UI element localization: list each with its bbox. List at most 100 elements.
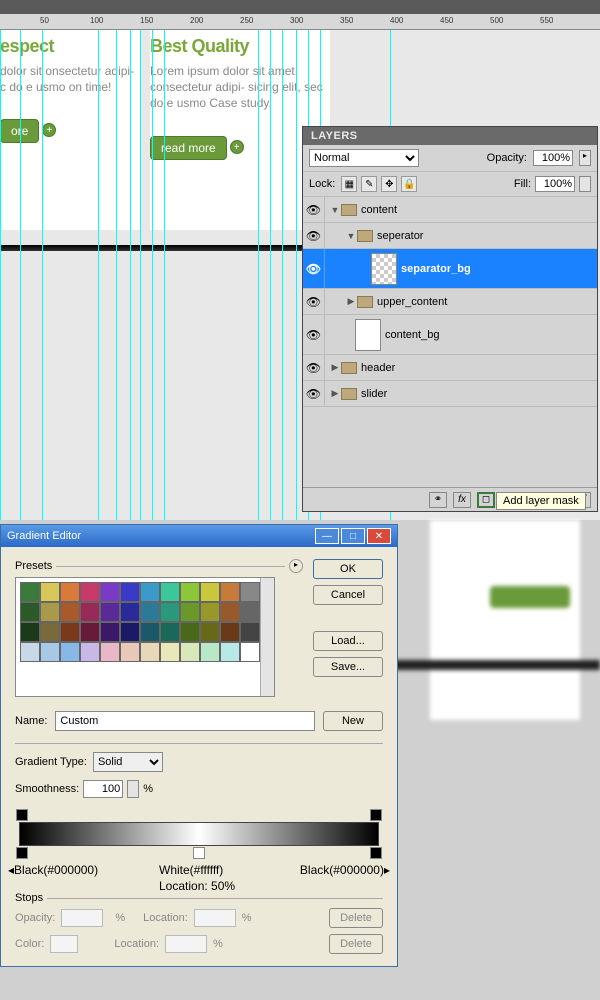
preset-swatch[interactable] bbox=[240, 622, 260, 642]
layer-row[interactable]: 👁 ▶ upper_content bbox=[303, 289, 597, 315]
opacity-stop[interactable] bbox=[16, 809, 28, 821]
fill-flyout[interactable] bbox=[579, 176, 591, 192]
layer-row[interactable]: 👁 ▼ content bbox=[303, 197, 597, 223]
layer-row[interactable]: 👁 ▼ seperator bbox=[303, 223, 597, 249]
disclosure-icon[interactable]: ▼ bbox=[345, 231, 357, 241]
layer-thumbnail[interactable] bbox=[371, 253, 397, 285]
gradient-bar[interactable]: ◂Black(#000000) White(#ffffff) Location:… bbox=[19, 822, 379, 846]
color-stop[interactable] bbox=[370, 847, 382, 859]
preset-swatch[interactable] bbox=[220, 602, 240, 622]
preset-swatch[interactable] bbox=[180, 622, 200, 642]
preset-swatch[interactable] bbox=[160, 582, 180, 602]
preset-swatch[interactable] bbox=[200, 642, 220, 662]
preset-swatch[interactable] bbox=[60, 622, 80, 642]
preset-swatch[interactable] bbox=[20, 582, 40, 602]
preset-swatch[interactable] bbox=[120, 602, 140, 622]
visibility-icon[interactable]: 👁 bbox=[303, 315, 325, 354]
dialog-titlebar[interactable]: Gradient Editor — □ ✕ bbox=[1, 525, 397, 547]
preset-swatch[interactable] bbox=[20, 622, 40, 642]
load-button[interactable]: Load... bbox=[313, 631, 383, 651]
preset-swatch[interactable] bbox=[240, 582, 260, 602]
opacity-flyout[interactable]: ▸ bbox=[579, 150, 591, 166]
scrollbar[interactable] bbox=[260, 578, 274, 696]
lock-pixels-icon[interactable]: ✎ bbox=[361, 176, 377, 192]
preset-swatch[interactable] bbox=[120, 642, 140, 662]
disclosure-icon[interactable]: ▶ bbox=[345, 296, 357, 307]
smoothness-input[interactable] bbox=[83, 780, 123, 798]
disclosure-icon[interactable]: ▶ bbox=[329, 362, 341, 373]
preset-swatch[interactable] bbox=[140, 602, 160, 622]
lock-position-icon[interactable]: ✥ bbox=[381, 176, 397, 192]
preset-swatch[interactable] bbox=[200, 622, 220, 642]
opacity-stop[interactable] bbox=[370, 809, 382, 821]
preset-swatch[interactable] bbox=[40, 602, 60, 622]
panel-title[interactable]: LAYERS bbox=[303, 127, 597, 145]
preset-swatch[interactable] bbox=[120, 582, 140, 602]
lock-transparency-icon[interactable]: ▦ bbox=[341, 176, 357, 192]
preset-swatch[interactable] bbox=[220, 622, 240, 642]
preset-swatch[interactable] bbox=[140, 622, 160, 642]
read-more-button[interactable]: read more+ bbox=[150, 136, 227, 160]
preset-swatch[interactable] bbox=[200, 582, 220, 602]
link-layers-icon[interactable]: ⚭ bbox=[429, 492, 447, 508]
layer-thumbnail[interactable] bbox=[355, 319, 381, 351]
preset-swatch[interactable] bbox=[240, 602, 260, 622]
blend-mode-select[interactable]: Normal bbox=[309, 149, 419, 167]
preset-swatch[interactable] bbox=[40, 582, 60, 602]
preset-swatch[interactable] bbox=[160, 622, 180, 642]
preset-swatch[interactable] bbox=[40, 622, 60, 642]
preset-swatch[interactable] bbox=[60, 582, 80, 602]
preset-swatch[interactable] bbox=[100, 602, 120, 622]
delete-stop-button[interactable]: Delete bbox=[329, 908, 383, 928]
layer-row[interactable]: 👁 ▶ header bbox=[303, 355, 597, 381]
color-stop[interactable] bbox=[193, 847, 205, 859]
close-icon[interactable]: ✕ bbox=[367, 528, 391, 544]
preset-swatch[interactable] bbox=[180, 642, 200, 662]
layer-fx-icon[interactable]: fx bbox=[453, 492, 471, 508]
visibility-icon[interactable]: 👁 bbox=[303, 197, 325, 222]
preset-swatch[interactable] bbox=[160, 642, 180, 662]
preset-swatch[interactable] bbox=[160, 602, 180, 622]
preset-swatch[interactable] bbox=[100, 642, 120, 662]
add-layer-mask-icon[interactable]: ◻ bbox=[477, 492, 495, 508]
preset-swatch[interactable] bbox=[60, 602, 80, 622]
preset-swatch[interactable] bbox=[100, 622, 120, 642]
preset-swatch[interactable] bbox=[100, 582, 120, 602]
disclosure-icon[interactable]: ▼ bbox=[329, 205, 341, 215]
preset-swatch[interactable] bbox=[80, 582, 100, 602]
smoothness-flyout[interactable] bbox=[127, 780, 139, 798]
preset-swatch[interactable] bbox=[120, 622, 140, 642]
gradient-name-input[interactable] bbox=[55, 711, 315, 731]
opacity-input[interactable] bbox=[533, 150, 573, 166]
maximize-icon[interactable]: □ bbox=[341, 528, 365, 544]
preset-swatch[interactable] bbox=[180, 582, 200, 602]
minimize-icon[interactable]: — bbox=[315, 528, 339, 544]
preset-swatch[interactable] bbox=[180, 602, 200, 622]
ok-button[interactable]: OK bbox=[313, 559, 383, 579]
preset-swatch[interactable] bbox=[220, 642, 240, 662]
visibility-icon[interactable]: 👁 bbox=[303, 289, 325, 314]
visibility-icon[interactable]: 👁 bbox=[303, 381, 325, 406]
preset-swatch[interactable] bbox=[40, 642, 60, 662]
presets-menu-icon[interactable]: ▸ bbox=[289, 559, 303, 573]
layer-row[interactable]: 👁 content_bg bbox=[303, 315, 597, 355]
visibility-icon[interactable]: 👁 bbox=[303, 223, 325, 248]
visibility-icon[interactable]: 👁 bbox=[303, 249, 325, 288]
preset-swatch[interactable] bbox=[240, 642, 260, 662]
lock-all-icon[interactable]: 🔒 bbox=[401, 176, 417, 192]
delete-stop-button[interactable]: Delete bbox=[329, 934, 383, 954]
preset-swatch[interactable] bbox=[140, 642, 160, 662]
preset-swatch[interactable] bbox=[140, 582, 160, 602]
preset-swatch[interactable] bbox=[20, 602, 40, 622]
layer-row[interactable]: 👁 separator_bg bbox=[303, 249, 597, 289]
preset-swatch[interactable] bbox=[20, 642, 40, 662]
preset-swatch[interactable] bbox=[200, 602, 220, 622]
preset-swatch[interactable] bbox=[80, 602, 100, 622]
preset-swatch[interactable] bbox=[220, 582, 240, 602]
preset-swatch[interactable] bbox=[80, 642, 100, 662]
preset-swatch[interactable] bbox=[60, 642, 80, 662]
save-button[interactable]: Save... bbox=[313, 657, 383, 677]
disclosure-icon[interactable]: ▶ bbox=[329, 388, 341, 399]
fill-input[interactable] bbox=[535, 176, 575, 192]
layer-row[interactable]: 👁 ▶ slider bbox=[303, 381, 597, 407]
